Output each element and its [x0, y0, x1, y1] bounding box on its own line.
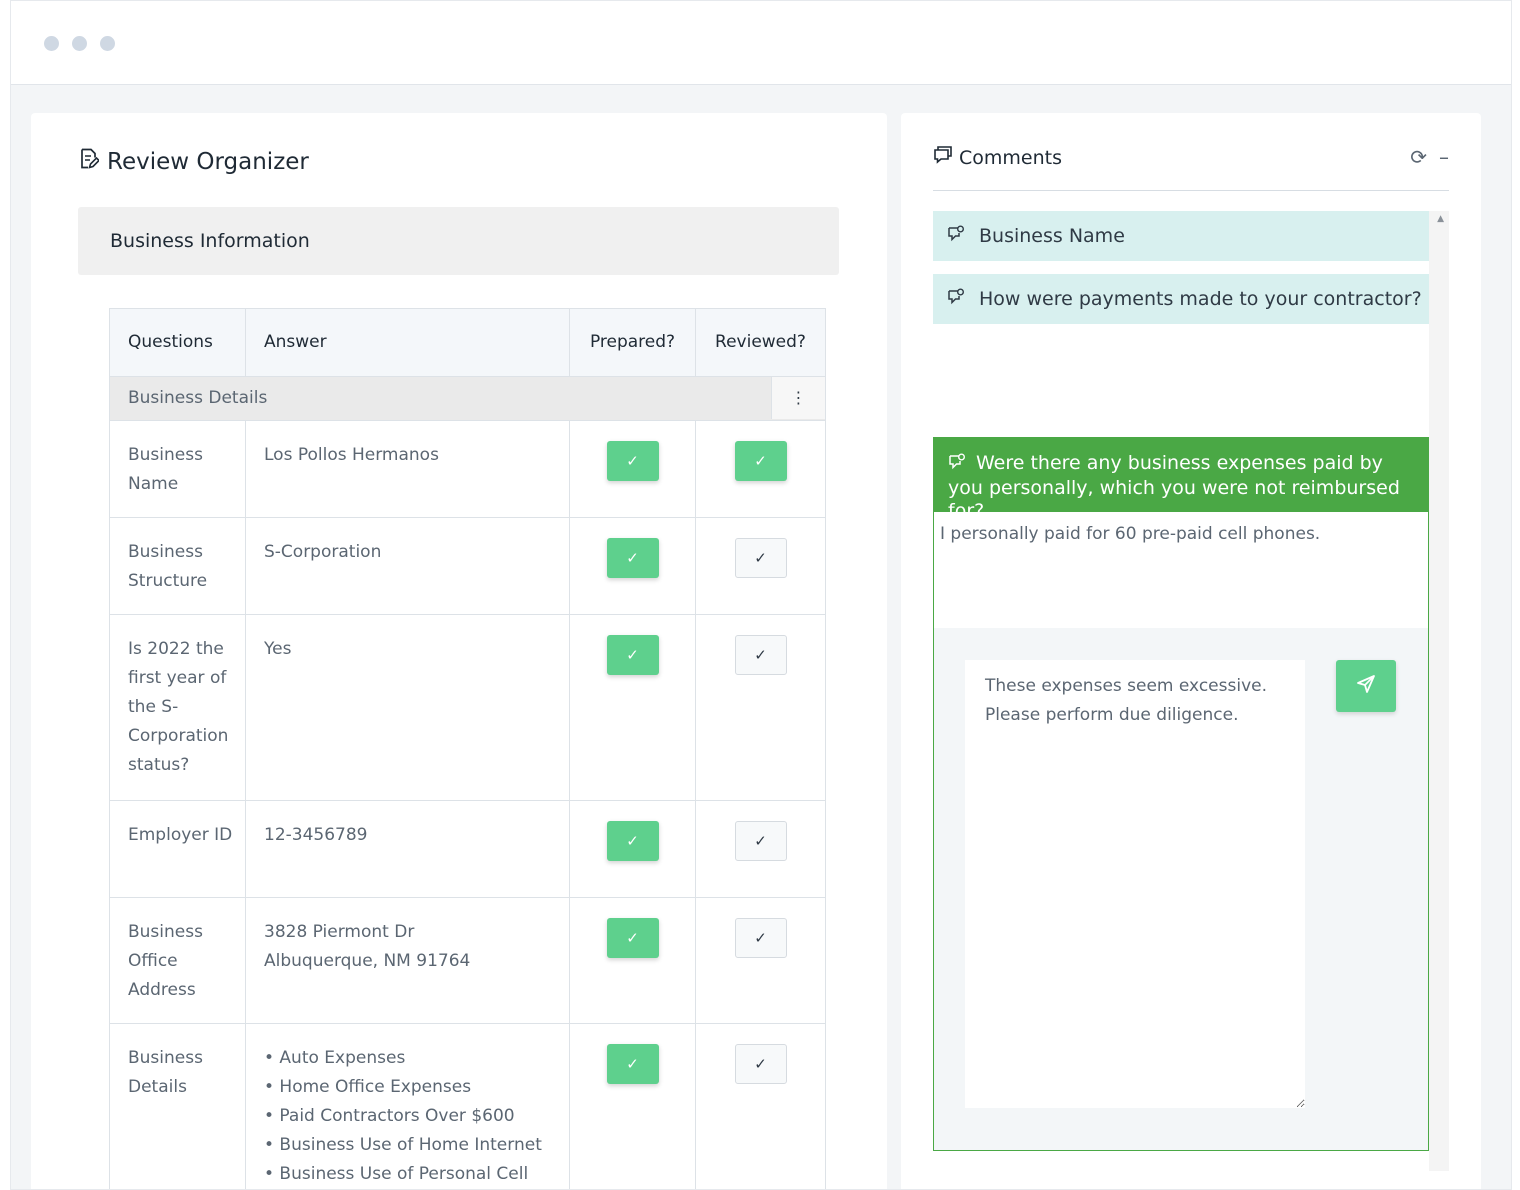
- comments-header-actions: ⟳ –: [1410, 143, 1449, 169]
- reviewed-cell: ✓: [695, 517, 826, 615]
- list-item: • Auto Expenses: [264, 1048, 406, 1068]
- reviewed-checkbox[interactable]: ✓: [734, 441, 787, 481]
- more-options-button[interactable]: ⋮: [771, 377, 825, 419]
- comments-panel: Comments ⟳ – ▲ Business Name How were pa…: [901, 113, 1481, 1189]
- column-header-answer: Answer: [245, 308, 570, 377]
- window-titlebar: [11, 1, 1511, 85]
- comment-thread-title: How were payments made to your contracto…: [979, 288, 1422, 310]
- business-details-list: • Auto Expenses • Home Office Expenses •…: [264, 1044, 561, 1189]
- question-cell: Business Details: [109, 1023, 246, 1189]
- comment-question-icon: [947, 225, 965, 248]
- comments-title-text: Comments: [959, 146, 1062, 169]
- table-row: Business Office Address 3828 Piermont Dr…: [109, 897, 826, 1024]
- page-title: Review Organizer: [79, 147, 309, 177]
- prepared-cell: ✓: [569, 1023, 696, 1189]
- prepared-cell: ✓: [569, 897, 696, 1024]
- address-line-1: 3828 Piermont Dr: [264, 922, 415, 942]
- question-cell: Is 2022 the first year of the S-Corporat…: [109, 614, 246, 801]
- table-row: Business Structure S-Corporation ✓ ✓: [109, 517, 826, 615]
- prepared-checkbox[interactable]: ✓: [606, 918, 659, 958]
- prepared-cell: ✓: [569, 420, 696, 518]
- refresh-icon[interactable]: ⟳: [1410, 145, 1427, 169]
- page-title-text: Review Organizer: [107, 149, 309, 175]
- prepared-checkbox[interactable]: ✓: [606, 635, 659, 675]
- table-row: Business Name Los Pollos Hermanos ✓ ✓: [109, 420, 826, 518]
- comments-icon: [933, 145, 953, 170]
- reviewed-cell: ✓: [695, 1023, 826, 1189]
- reviewed-cell: ✓: [695, 614, 826, 801]
- prepared-checkbox[interactable]: ✓: [606, 538, 659, 578]
- table-row: Is 2022 the first year of the S-Corporat…: [109, 614, 826, 801]
- answer-cell: 12-3456789: [245, 800, 570, 898]
- reply-area: These expenses seem excessive. Please pe…: [934, 628, 1428, 1150]
- minimize-icon[interactable]: –: [1439, 145, 1449, 169]
- app-window: Review Organizer Business Information Qu…: [10, 0, 1512, 1190]
- window-dot-3[interactable]: [100, 36, 115, 51]
- table-group-row: Business Details ⋮: [109, 376, 826, 421]
- prepared-checkbox[interactable]: ✓: [606, 1044, 659, 1084]
- list-item: • Home Office Expenses: [264, 1077, 472, 1097]
- send-icon: [1356, 674, 1376, 698]
- comment-thread-item[interactable]: How were payments made to your contracto…: [933, 274, 1429, 324]
- group-cell: Business Details ⋮: [109, 376, 826, 421]
- list-item: • Paid Contractors Over $600: [264, 1106, 515, 1126]
- prepared-cell: ✓: [569, 614, 696, 801]
- prepared-cell: ✓: [569, 517, 696, 615]
- table-row: Employer ID 12-3456789 ✓ ✓: [109, 800, 826, 898]
- question-cell: Business Structure: [109, 517, 246, 615]
- column-header-reviewed: Reviewed?: [695, 308, 826, 377]
- scroll-up-arrow-icon[interactable]: ▲: [1437, 215, 1444, 224]
- question-cell: Business Office Address: [109, 897, 246, 1024]
- comment-thread-title: Business Name: [979, 225, 1125, 247]
- answer-cell: • Auto Expenses • Home Office Expenses •…: [245, 1023, 570, 1189]
- answer-cell: Yes: [245, 614, 570, 801]
- reviewed-checkbox[interactable]: ✓: [734, 1044, 787, 1084]
- list-item: • Business Use of Home Internet: [264, 1135, 542, 1155]
- table-row: Business Details • Auto Expenses • Home …: [109, 1023, 826, 1189]
- reviewed-checkbox[interactable]: ✓: [734, 821, 787, 861]
- window-dot-1[interactable]: [44, 36, 59, 51]
- address-line-2: Albuquerque, NM 91764: [264, 951, 471, 971]
- send-button[interactable]: [1336, 660, 1396, 712]
- table-header-row: Questions Answer Prepared? Reviewed?: [109, 308, 826, 377]
- edit-document-icon: [79, 148, 101, 176]
- list-item: • Business Use of Personal Cell: [264, 1164, 529, 1184]
- open-thread-header[interactable]: Were there any business expenses paid by…: [934, 438, 1428, 522]
- comment-question-icon: [947, 288, 965, 311]
- review-organizer-panel: Review Organizer Business Information Qu…: [31, 113, 887, 1189]
- prepared-checkbox[interactable]: ✓: [606, 821, 659, 861]
- question-cell: Business Name: [109, 420, 246, 518]
- section-title: Business Information: [110, 230, 310, 252]
- answer-cell: Los Pollos Hermanos: [245, 420, 570, 518]
- column-header-prepared: Prepared?: [569, 308, 696, 377]
- answer-cell: S-Corporation: [245, 517, 570, 615]
- prepared-cell: ✓: [569, 800, 696, 898]
- reviewed-cell: ✓: [695, 897, 826, 1024]
- section-header[interactable]: Business Information: [78, 207, 839, 275]
- comments-title: Comments: [933, 143, 1062, 170]
- comment-question-icon: [948, 453, 966, 477]
- reviewed-cell: ✓: [695, 420, 826, 518]
- reviewed-checkbox[interactable]: ✓: [734, 538, 787, 578]
- reviewed-checkbox[interactable]: ✓: [734, 635, 787, 675]
- comment-threads: ▲ Business Name How were payments made t…: [933, 211, 1449, 1171]
- reviewed-checkbox[interactable]: ✓: [734, 918, 787, 958]
- prepared-checkbox[interactable]: ✓: [606, 441, 659, 481]
- questions-table: Questions Answer Prepared? Reviewed? Bus…: [109, 308, 826, 1189]
- group-label: Business Details: [128, 388, 268, 408]
- comment-thread-item[interactable]: Business Name: [933, 211, 1429, 261]
- window-dot-2[interactable]: [72, 36, 87, 51]
- reply-textarea[interactable]: These expenses seem excessive. Please pe…: [965, 660, 1305, 1108]
- client-answer-text: I personally paid for 60 pre-paid cell p…: [940, 524, 1321, 544]
- reviewed-cell: ✓: [695, 800, 826, 898]
- open-comment-thread: Were there any business expenses paid by…: [933, 437, 1429, 1151]
- question-cell: Employer ID: [109, 800, 246, 898]
- scrollbar[interactable]: ▲: [1429, 211, 1449, 1171]
- answer-cell: 3828 Piermont Dr Albuquerque, NM 91764: [245, 897, 570, 1024]
- column-header-questions: Questions: [109, 308, 246, 377]
- comments-header: Comments ⟳ –: [933, 143, 1449, 191]
